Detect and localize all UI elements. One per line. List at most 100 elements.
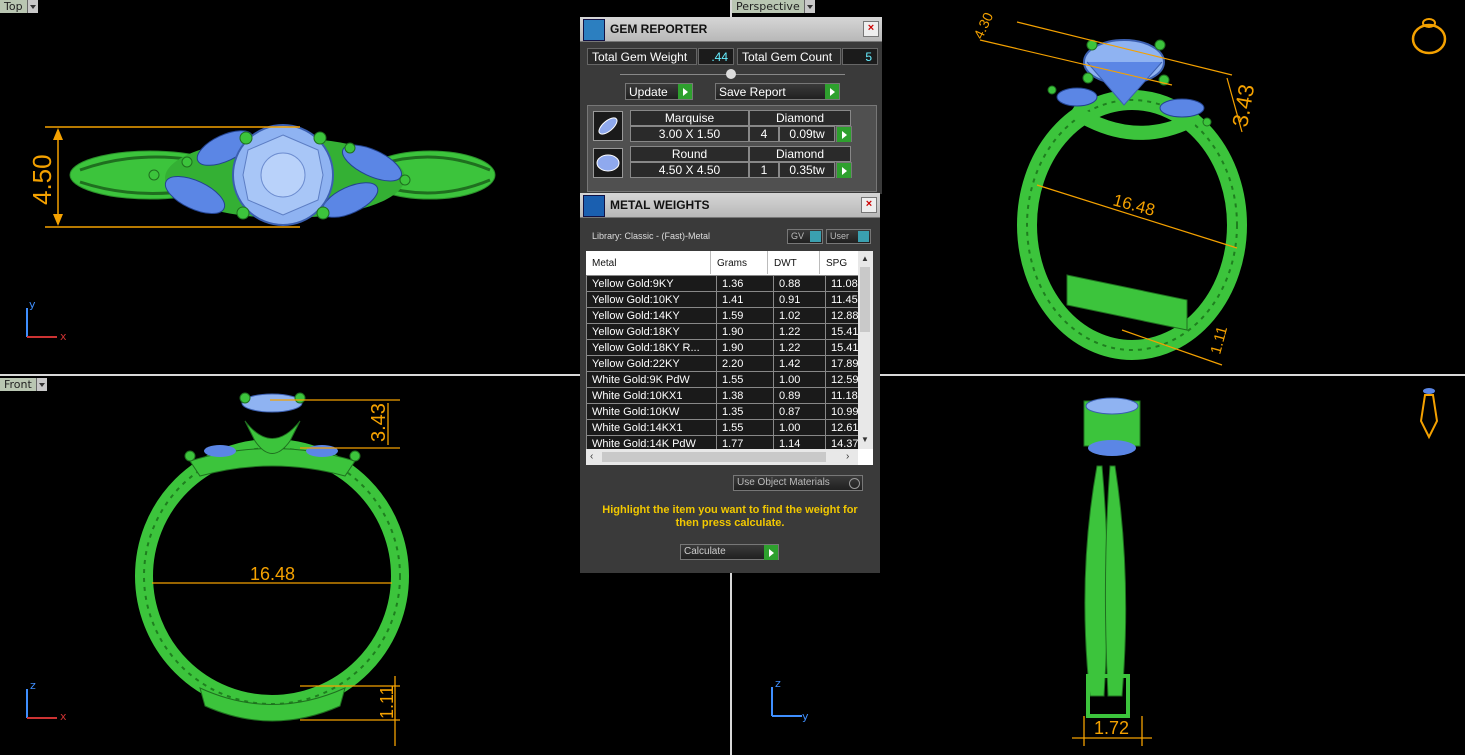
axis-indicator (26, 308, 57, 338)
scroll-up-icon[interactable]: ▲ (861, 254, 869, 263)
gem-reporter-panel: GEM REPORTER × Total Gem Weight .44 Tota… (580, 17, 882, 194)
dwt-cell: 1.02 (773, 307, 826, 324)
spg-cell: 10.99 (825, 403, 858, 420)
right-gem-top (1085, 397, 1139, 415)
metal-name-cell: Yellow Gold:18KY (586, 323, 717, 340)
spg-cell: 12.61 (825, 419, 858, 436)
table-row[interactable]: Yellow Gold:14KY 1.59 1.02 12.88 (586, 307, 858, 324)
table-row[interactable]: Yellow Gold:10KY 1.41 0.91 11.45 (586, 291, 858, 308)
scroll-down-icon[interactable]: ▼ (861, 435, 869, 444)
table-row[interactable]: White Gold:9K PdW 1.55 1.00 12.59 (586, 371, 858, 388)
gem-reporter-titlebar[interactable]: GEM REPORTER × (580, 17, 882, 42)
table-row[interactable]: Yellow Gold:9KY 1.36 0.88 11.08 (586, 275, 858, 292)
toggle-icon (858, 231, 869, 242)
table-row[interactable]: Yellow Gold:18KY R... 1.90 1.22 15.41 (586, 339, 858, 356)
svg-text:3.43: 3.43 (368, 403, 390, 442)
perspective-marquise-right (1159, 98, 1205, 118)
svg-text:z: z (775, 677, 781, 690)
dwt-cell: 0.91 (773, 291, 826, 308)
gem-reporter-title: GEM REPORTER (610, 22, 708, 36)
gem-size: 3.00 X 1.50 (630, 126, 749, 142)
table-row[interactable]: White Gold:10KW 1.35 0.87 10.99 (586, 403, 858, 420)
play-icon (837, 163, 851, 178)
table-row[interactable]: Yellow Gold:22KY 2.20 1.42 17.89 (586, 355, 858, 372)
scroll-right-icon[interactable]: › (846, 451, 849, 462)
horizontal-scrollbar[interactable]: ‹ › (586, 449, 858, 465)
flask-icon (583, 195, 605, 217)
chevron-down-icon[interactable] (26, 0, 38, 13)
perspective-marquise-left (1056, 87, 1098, 107)
gem-size: 4.50 X 4.50 (630, 162, 749, 178)
spg-cell: 14.37 (825, 435, 858, 449)
viewport-top-tab[interactable]: Top (0, 0, 38, 13)
gem-row-go-button[interactable] (836, 126, 852, 142)
scroll-thumb-horizontal[interactable] (602, 452, 826, 462)
chevron-down-icon[interactable] (803, 0, 815, 13)
column-header-spg[interactable]: SPG (820, 251, 858, 274)
close-icon[interactable]: × (863, 21, 879, 37)
close-icon[interactable]: × (861, 197, 877, 213)
metal-name-cell: White Gold:14KX1 (586, 419, 717, 436)
scroll-left-icon[interactable]: ‹ (590, 451, 593, 462)
svg-text:y: y (29, 298, 36, 311)
play-icon (678, 84, 692, 99)
spg-cell: 11.45 (825, 291, 858, 308)
calculate-button[interactable]: Calculate (680, 544, 779, 560)
dwt-cell: 1.00 (773, 419, 826, 436)
ring-icon (1411, 18, 1447, 55)
save-report-button[interactable]: Save Report (715, 83, 840, 100)
front-gem-top (241, 393, 303, 413)
dwt-cell: 1.22 (773, 339, 826, 356)
gem-type: Diamond (749, 146, 851, 162)
gem-weight: 0.35tw (779, 162, 835, 178)
viewport-top-label: Top (0, 0, 27, 13)
use-object-materials-toggle[interactable]: Use Object Materials (733, 475, 863, 491)
total-gem-count-label: Total Gem Count (737, 48, 841, 65)
dwt-cell: 0.89 (773, 387, 826, 404)
update-button[interactable]: Update (625, 83, 693, 100)
spg-cell: 12.88 (825, 307, 858, 324)
table-row[interactable]: Yellow Gold:18KY 1.90 1.22 15.41 (586, 323, 858, 340)
vertical-scrollbar[interactable]: ▲ ▼ (858, 251, 873, 449)
total-gem-weight-value: .44 (698, 48, 734, 65)
viewport-perspective-tab[interactable]: Perspective (732, 0, 815, 13)
svg-text:1.72: 1.72 (1094, 718, 1129, 738)
column-header-grams[interactable]: Grams (711, 251, 768, 274)
viewport-front-tab[interactable]: Front (0, 378, 47, 391)
user-toggle[interactable]: User (826, 229, 871, 244)
metal-weights-titlebar[interactable]: METAL WEIGHTS × (580, 193, 880, 218)
gem-count: 1 (749, 162, 779, 178)
grams-cell: 1.36 (716, 275, 774, 292)
column-header-dwt[interactable]: DWT (768, 251, 820, 274)
table-row[interactable]: White Gold:14K PdW 1.77 1.14 14.37 (586, 435, 858, 449)
library-label: Library: Classic - (Fast)-Metal (592, 231, 711, 241)
toggle-icon (810, 231, 821, 242)
metal-name-cell: White Gold:10KX1 (586, 387, 717, 404)
pendant-icon (1419, 388, 1439, 440)
metal-weights-title: METAL WEIGHTS (610, 198, 710, 212)
metal-name-cell: White Gold:10KW (586, 403, 717, 420)
grams-cell: 1.90 (716, 323, 774, 340)
gem-shape: Marquise (630, 110, 749, 126)
metal-weights-panel: METAL WEIGHTS × Library: Classic - (Fast… (580, 193, 880, 573)
metal-name-cell: Yellow Gold:22KY (586, 355, 717, 372)
gem-list: Marquise Diamond 3.00 X 1.50 4 0.09tw Ro… (587, 105, 877, 192)
table-row[interactable]: White Gold:10KX1 1.38 0.89 11.18 (586, 387, 858, 404)
column-header-metal[interactable]: Metal (586, 251, 711, 274)
collapse-slider[interactable] (620, 69, 845, 79)
spg-cell: 11.18 (825, 387, 858, 404)
scroll-thumb[interactable] (860, 267, 870, 332)
collapse-icon[interactable] (726, 69, 736, 79)
grams-cell: 1.55 (716, 371, 774, 388)
gem-row-go-button[interactable] (836, 162, 852, 178)
spg-cell: 11.08 (825, 275, 858, 292)
table-row[interactable]: White Gold:14KX1 1.55 1.00 12.61 (586, 419, 858, 436)
grams-cell: 1.35 (716, 403, 774, 420)
metal-table-container[interactable]: Metal Grams DWT SPG Yellow Gold:9KY 1.36 0… (586, 251, 873, 465)
metal-name-cell: Yellow Gold:10KY (586, 291, 717, 308)
play-icon (764, 545, 778, 560)
dwt-cell: 0.88 (773, 275, 826, 292)
gv-toggle[interactable]: GV (787, 229, 823, 244)
metal-table: Yellow Gold:9KY 1.36 0.88 11.08 Yellow Gold:… (586, 275, 858, 449)
chevron-down-icon[interactable] (35, 378, 47, 391)
